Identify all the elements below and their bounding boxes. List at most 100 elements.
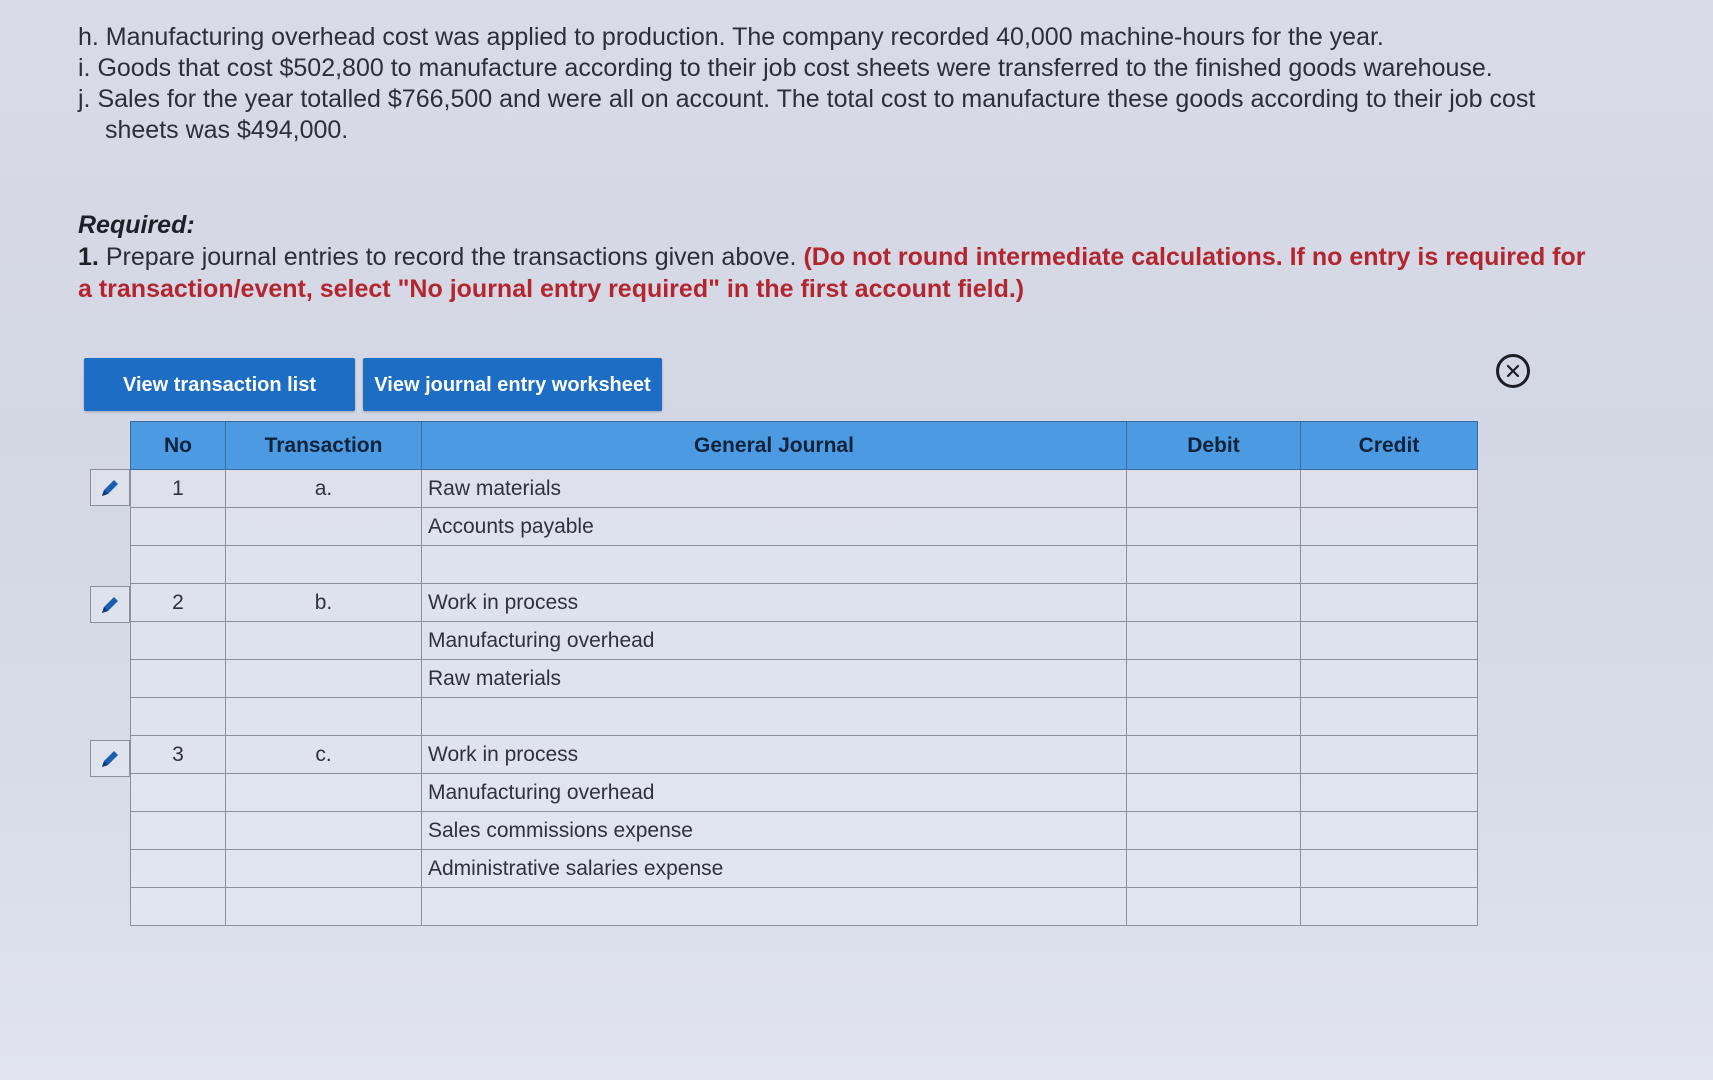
row-no-cell: [130, 773, 226, 812]
row-debit-cell[interactable]: [1126, 811, 1301, 850]
row-no-cell: [130, 621, 226, 660]
row-credit-cell[interactable]: [1300, 811, 1478, 850]
transaction-h-text: h. Manufacturing overhead cost was appli…: [78, 23, 1384, 51]
pencil-icon: [102, 750, 118, 767]
row-transaction-cell: [225, 849, 422, 888]
table-row: [130, 887, 1478, 926]
table-row: Administrative salaries expense: [130, 849, 1478, 888]
table-row: 1 a. Raw materials: [130, 469, 1478, 508]
row-account-cell[interactable]: Work in process: [421, 735, 1127, 774]
row-account-cell[interactable]: [421, 545, 1127, 584]
required-section: Required: 1. Prepare journal entries to …: [78, 209, 1678, 305]
instruction-warning-line1: (Do not round intermediate calculations.…: [803, 243, 1586, 271]
instruction-number: 1.: [78, 243, 99, 271]
row-debit-cell[interactable]: [1126, 621, 1301, 660]
row-account-cell[interactable]: Administrative salaries expense: [421, 849, 1127, 888]
row-no-cell: [130, 545, 226, 584]
row-no-cell: [130, 507, 226, 546]
row-credit-cell[interactable]: [1300, 659, 1478, 698]
header-no: No: [130, 421, 226, 470]
row-no-cell: [130, 811, 226, 850]
row-transaction-cell: [225, 507, 422, 546]
edit-entry-2-button[interactable]: [90, 586, 130, 623]
required-heading: Required:: [78, 211, 195, 239]
row-account-cell[interactable]: Accounts payable: [421, 507, 1127, 546]
instruction-warning-line2: a transaction/event, select "No journal …: [78, 275, 1025, 303]
row-no-cell: 3: [130, 735, 226, 774]
view-journal-worksheet-button[interactable]: View journal entry worksheet: [363, 358, 662, 411]
row-no-cell: 2: [130, 583, 226, 622]
row-account-cell[interactable]: Manufacturing overhead: [421, 773, 1127, 812]
table-row: 2 b. Work in process: [130, 583, 1478, 622]
row-debit-cell[interactable]: [1126, 887, 1301, 926]
edit-entry-1-button[interactable]: [90, 469, 130, 506]
row-account-cell[interactable]: Work in process: [421, 583, 1127, 622]
view-transaction-list-button[interactable]: View transaction list: [84, 358, 355, 411]
row-transaction-cell: [225, 545, 422, 584]
row-debit-cell[interactable]: [1126, 507, 1301, 546]
row-transaction-cell: c.: [225, 735, 422, 774]
pencil-icon: [102, 596, 118, 613]
row-account-cell[interactable]: Sales commissions expense: [421, 811, 1127, 850]
header-debit: Debit: [1126, 421, 1301, 470]
transaction-j-text: j. Sales for the year totalled $766,500 …: [78, 85, 1536, 113]
row-account-cell[interactable]: Manufacturing overhead: [421, 621, 1127, 660]
table-row: Manufacturing overhead: [130, 621, 1478, 660]
row-debit-cell[interactable]: [1126, 583, 1301, 622]
row-account-cell[interactable]: [421, 887, 1127, 926]
row-credit-cell[interactable]: [1300, 469, 1478, 508]
table-row: Raw materials: [130, 659, 1478, 698]
transaction-i-text: i. Goods that cost $502,800 to manufactu…: [78, 54, 1493, 82]
row-no-cell: 1: [130, 469, 226, 508]
row-debit-cell[interactable]: [1126, 469, 1301, 508]
table-row: [130, 545, 1478, 584]
row-debit-cell[interactable]: [1126, 735, 1301, 774]
row-credit-cell[interactable]: [1300, 887, 1478, 926]
row-transaction-cell: [225, 659, 422, 698]
table-row: Sales commissions expense: [130, 811, 1478, 850]
row-debit-cell[interactable]: [1126, 773, 1301, 812]
general-journal-table: No Transaction General Journal Debit Cre…: [130, 421, 1478, 926]
row-no-cell: [130, 887, 226, 926]
row-no-cell: [130, 659, 226, 698]
row-account-cell[interactable]: Raw materials: [421, 469, 1127, 508]
table-row: 3 c. Work in process: [130, 735, 1478, 774]
row-account-cell[interactable]: [421, 697, 1127, 736]
required-instruction: 1. Prepare journal entries to record the…: [78, 241, 1678, 273]
table-row: Accounts payable: [130, 507, 1478, 546]
row-debit-cell[interactable]: [1126, 545, 1301, 584]
table-row: Manufacturing overhead: [130, 773, 1478, 812]
row-account-cell[interactable]: Raw materials: [421, 659, 1127, 698]
transaction-j-text-continued: sheets was $494,000.: [105, 116, 349, 144]
row-credit-cell[interactable]: [1300, 849, 1478, 888]
header-general-journal: General Journal: [421, 421, 1127, 470]
header-credit: Credit: [1300, 421, 1478, 470]
row-debit-cell[interactable]: [1126, 659, 1301, 698]
row-credit-cell[interactable]: [1300, 545, 1478, 584]
row-transaction-cell: [225, 697, 422, 736]
row-no-cell: [130, 697, 226, 736]
row-debit-cell[interactable]: [1126, 849, 1301, 888]
edit-entry-3-button[interactable]: [90, 740, 130, 777]
row-credit-cell[interactable]: [1300, 507, 1478, 546]
row-no-cell: [130, 849, 226, 888]
row-credit-cell[interactable]: [1300, 735, 1478, 774]
row-credit-cell[interactable]: [1300, 583, 1478, 622]
pencil-icon: [102, 479, 118, 496]
row-credit-cell[interactable]: [1300, 697, 1478, 736]
row-transaction-cell: a.: [225, 469, 422, 508]
instruction-text: Prepare journal entries to record the tr…: [105, 243, 797, 271]
header-transaction: Transaction: [225, 421, 422, 470]
row-transaction-cell: [225, 621, 422, 660]
table-header-row: No Transaction General Journal Debit Cre…: [130, 421, 1478, 470]
row-debit-cell[interactable]: [1126, 697, 1301, 736]
close-icon[interactable]: [1496, 354, 1530, 388]
row-credit-cell[interactable]: [1300, 773, 1478, 812]
table-row: [130, 697, 1478, 736]
row-credit-cell[interactable]: [1300, 621, 1478, 660]
row-transaction-cell: [225, 887, 422, 926]
row-transaction-cell: b.: [225, 583, 422, 622]
row-transaction-cell: [225, 811, 422, 850]
problem-statement: h. Manufacturing overhead cost was appli…: [78, 22, 1678, 146]
row-transaction-cell: [225, 773, 422, 812]
